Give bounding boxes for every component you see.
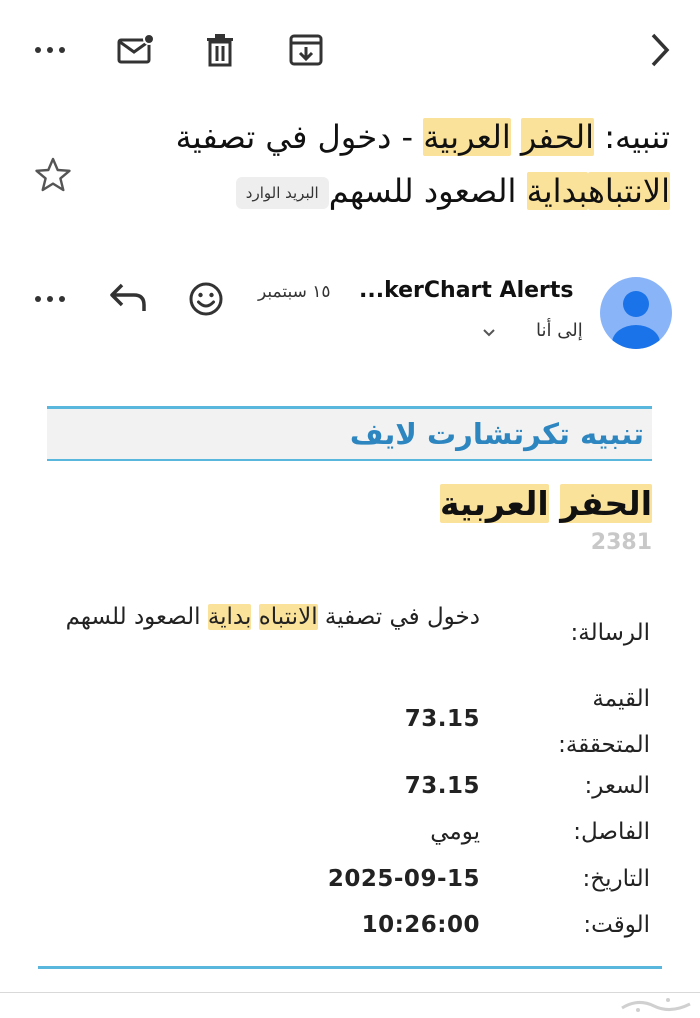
- price-value: 73.15: [404, 773, 480, 799]
- message-value: دخول في تصفية الانتباه بداية الصعود للسه…: [60, 594, 480, 640]
- more-horiz-icon: [35, 47, 65, 53]
- star-button[interactable]: [34, 156, 72, 194]
- time-value: 10:26:00: [361, 912, 480, 938]
- message-label: الرسالة:: [570, 620, 650, 646]
- subject-line-2: الانتباهبداية الصعود للسهمالبريد الوارد: [150, 164, 670, 218]
- message-highlight: بداية: [207, 604, 252, 630]
- reply-icon: [110, 283, 146, 311]
- expand-details-button[interactable]: [480, 324, 498, 342]
- emoji-smile-icon: [189, 282, 223, 316]
- more-options-button[interactable]: [28, 26, 72, 74]
- delete-button[interactable]: [198, 26, 242, 74]
- chevron-right-icon: [651, 33, 670, 67]
- subject-highlight: بداية: [526, 172, 589, 210]
- add-reaction-button[interactable]: [188, 281, 224, 317]
- recipient-label: إلى أنا: [536, 320, 583, 341]
- stock-name: الحفر العربية: [440, 480, 652, 528]
- message-highlight: الانتباه: [258, 604, 318, 630]
- archive-icon: [289, 34, 323, 66]
- achieved-label-line: المتحققة:: [558, 732, 650, 758]
- achieved-value: 73.15: [404, 706, 480, 732]
- back-button[interactable]: [638, 26, 682, 74]
- subject-text: تنبيه:: [594, 118, 670, 156]
- card-header-border: [47, 459, 652, 461]
- inbox-label-chip[interactable]: البريد الوارد: [235, 177, 329, 209]
- interval-value: يومي: [430, 819, 480, 845]
- archive-button[interactable]: [284, 26, 328, 74]
- subject-text: الصعود للسهم: [328, 172, 527, 210]
- message-text: دخول في تصفية: [317, 604, 480, 630]
- achieved-value-label: القيمة المتحققة:: [522, 676, 650, 768]
- person-avatar-icon: [612, 291, 660, 349]
- stock-code: 2381: [590, 530, 652, 555]
- subject-highlight: العربية: [423, 118, 511, 156]
- trash-icon: [207, 34, 233, 67]
- message-date: ١٥ سبتمبر: [258, 282, 331, 302]
- date-value: 2025-09-15: [327, 866, 480, 892]
- watermark-logo: [618, 996, 696, 1014]
- star-outline-icon: [35, 157, 71, 192]
- achieved-label-line: القيمة: [592, 686, 650, 712]
- price-label: السعر:: [584, 773, 650, 799]
- stock-name-highlight: الحفر: [560, 484, 652, 523]
- interval-label: الفاصل:: [573, 819, 650, 845]
- subject-text: [511, 118, 521, 156]
- bottom-divider: [0, 992, 700, 993]
- time-label: الوقت:: [583, 912, 650, 938]
- date-label: التاريخ:: [582, 866, 650, 892]
- stock-name-highlight: العربية: [440, 484, 549, 523]
- message-more-button[interactable]: [28, 284, 72, 314]
- alert-header: تنبيه تكرتشارت لايف: [47, 409, 652, 459]
- sender-avatar[interactable]: [600, 277, 672, 349]
- more-horiz-icon: [35, 296, 65, 302]
- mark-unread-button[interactable]: [114, 26, 158, 74]
- sender-name[interactable]: ...kerChart Alerts: [359, 278, 574, 303]
- mark-unread-icon: [117, 34, 155, 64]
- subject-text: - دخول في تصفية: [175, 118, 424, 156]
- message-text: الصعود للسهم: [65, 604, 208, 630]
- card-bottom-border: [38, 966, 662, 969]
- subject-highlight: الانتباه: [588, 172, 670, 210]
- chevron-down-icon: [483, 329, 495, 337]
- reply-button[interactable]: [108, 280, 150, 316]
- subject-highlight: الحفر: [520, 118, 595, 156]
- alert-header-title: تنبيه تكرتشارت لايف: [349, 417, 644, 451]
- subject-line-1: تنبيه: الحفر العربية - دخول في تصفية: [150, 110, 670, 164]
- email-subject: تنبيه: الحفر العربية - دخول في تصفية الا…: [150, 110, 670, 218]
